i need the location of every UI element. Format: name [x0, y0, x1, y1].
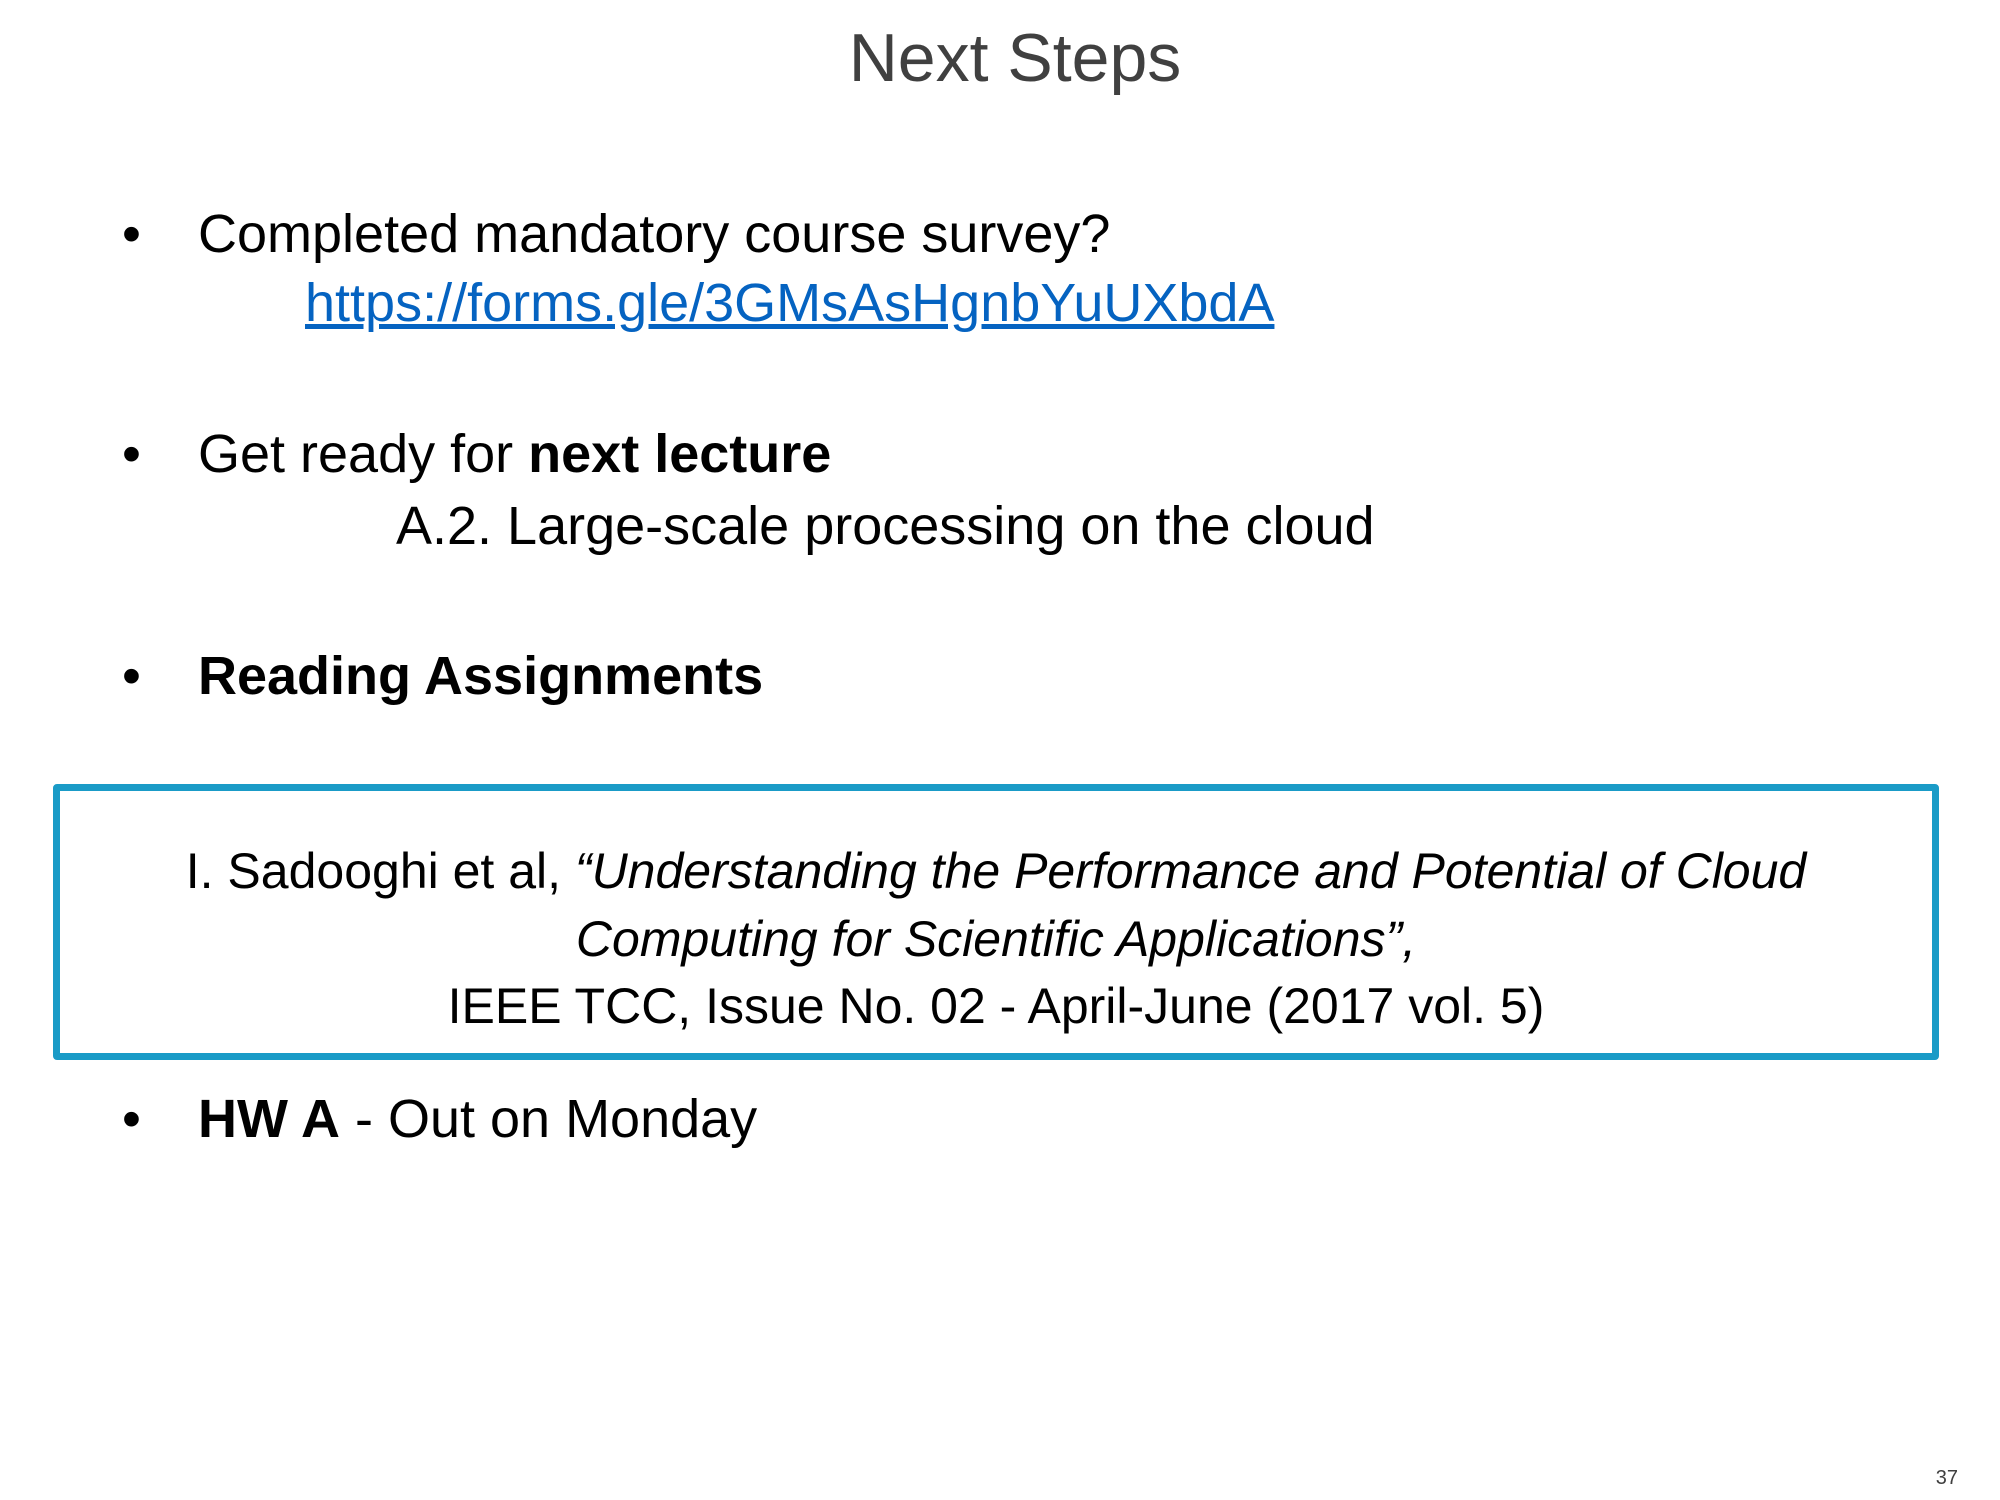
page-number: 37	[1935, 1467, 1958, 1489]
reference-venue: IEEE TCC, Issue No. 02 - April-June (201…	[447, 978, 1545, 1034]
next-lecture-topic: A.2. Large-scale processing on the cloud	[396, 496, 1375, 556]
reading-reference-box: I. Sadooghi et al, “Understanding the Pe…	[53, 784, 1939, 1060]
bullet-homework-bold: HW A	[198, 1089, 340, 1149]
bullet-lecture-text: Get ready for next lecture	[198, 421, 831, 487]
reference-title-part2: Computing for Scientific Applications”,	[575, 911, 1417, 967]
bullet-lecture-bold: next lecture	[528, 424, 832, 484]
slide: Next Steps • Completed mandatory course …	[0, 0, 2000, 1500]
bullet-homework-suffix: - Out on Monday	[339, 1089, 758, 1149]
bullet-marker: •	[122, 646, 141, 706]
bullet-marker: •	[122, 204, 141, 264]
bullet-marker: •	[122, 424, 141, 484]
survey-link[interactable]: https://forms.gle/3GMsAsHgnbYuUXbdA	[305, 270, 1274, 336]
reference-line-1: I. Sadooghi et al, “Understanding the Pe…	[60, 839, 1932, 903]
bullet-lecture-prefix: Get ready for	[198, 424, 529, 484]
reference-title-part1: “Understanding the Performance and Poten…	[574, 843, 1807, 899]
bullet-survey-text: Completed mandatory course survey?	[198, 204, 1111, 264]
bullet-reading-text: Reading Assignments	[198, 646, 764, 706]
reference-authors: I. Sadooghi et al,	[185, 843, 575, 899]
bullet-homework-text: HW A - Out on Monday	[198, 1086, 757, 1152]
slide-title: Next Steps	[848, 20, 1182, 96]
bullet-marker: •	[122, 1089, 141, 1149]
